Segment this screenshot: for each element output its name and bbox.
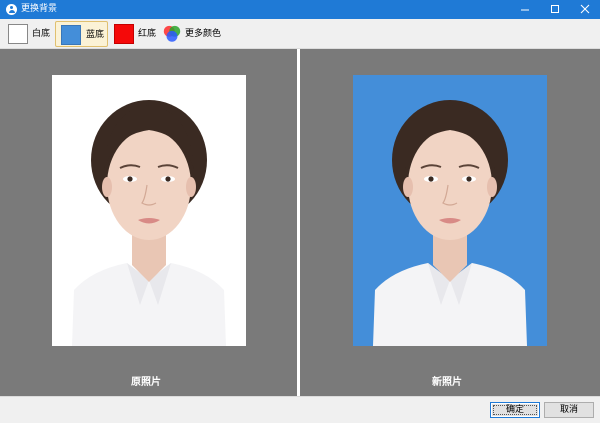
close-button[interactable] xyxy=(570,0,600,19)
preview-area: 原照片 新照片 xyxy=(0,49,600,396)
minimize-button[interactable] xyxy=(510,0,540,19)
white-swatch xyxy=(8,24,28,44)
white-background-label: 白底 xyxy=(32,29,51,39)
blue-background-button[interactable]: 蓝底 xyxy=(55,21,108,47)
maximize-button[interactable] xyxy=(540,0,570,19)
cancel-button[interactable]: 取消 xyxy=(544,402,594,418)
maximize-icon xyxy=(551,5,559,13)
red-background-button[interactable]: 红底 xyxy=(111,21,157,47)
original-photo-caption: 原照片 xyxy=(131,377,161,388)
original-photo xyxy=(52,75,246,346)
new-photo-caption: 新照片 xyxy=(432,377,462,388)
minimize-icon xyxy=(521,9,529,11)
color-toolbar: 白底 蓝底 红底 更多颜色 xyxy=(0,19,600,49)
blue-swatch xyxy=(61,25,81,45)
white-background-button[interactable]: 白底 xyxy=(6,21,52,47)
close-icon xyxy=(580,4,590,14)
ok-button[interactable]: 确定 xyxy=(490,402,540,418)
portrait-image-blue-bg xyxy=(373,100,527,346)
app-user-icon xyxy=(6,4,17,15)
panel-divider xyxy=(297,49,300,396)
window-title: 更换背景 xyxy=(21,4,58,14)
dialog-button-bar: 确定 取消 xyxy=(0,396,600,423)
more-colors-button[interactable]: 更多颜色 xyxy=(160,21,222,47)
new-photo xyxy=(353,75,547,346)
color-wheel-icon xyxy=(163,25,181,42)
more-colors-label: 更多颜色 xyxy=(185,29,222,39)
portrait-image xyxy=(72,100,226,346)
blue-background-label: 蓝底 xyxy=(86,30,105,40)
title-bar: 更换背景 xyxy=(0,0,600,19)
red-swatch xyxy=(114,24,134,44)
red-background-label: 红底 xyxy=(138,29,157,39)
